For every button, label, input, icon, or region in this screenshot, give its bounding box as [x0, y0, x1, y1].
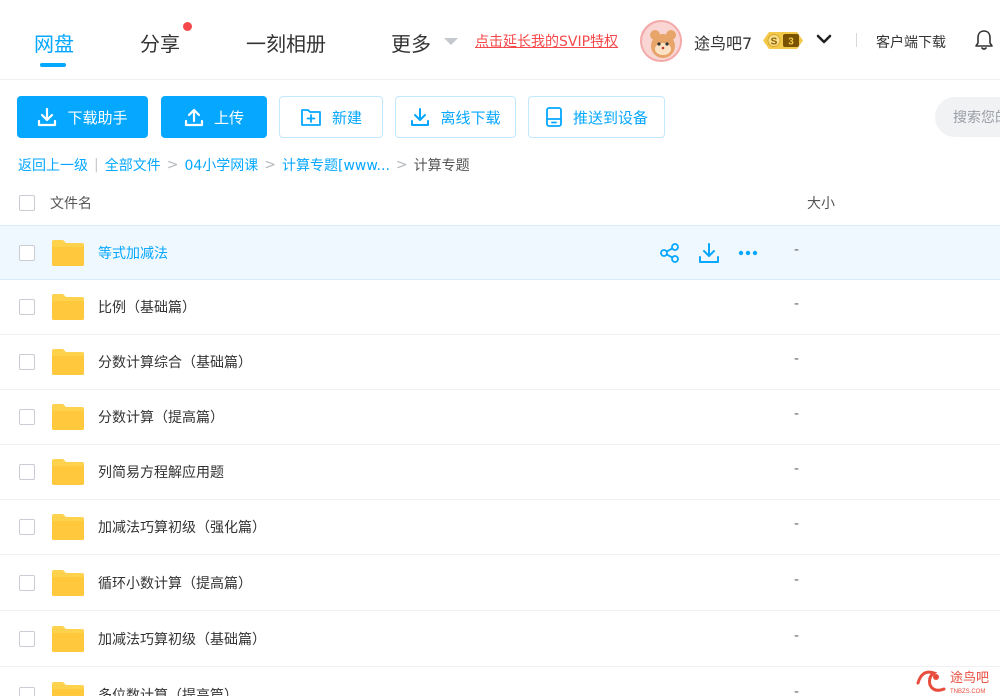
device-icon — [546, 107, 562, 127]
file-size: - — [794, 684, 800, 696]
watermark-logo: 途鸟吧 TNBZS.COM — [916, 670, 989, 695]
column-size[interactable]: 大小 — [807, 193, 835, 213]
table-row[interactable]: 加减法巧算初级（强化篇） - — [0, 500, 1000, 555]
folder-icon — [52, 514, 84, 540]
row-checkbox[interactable] — [19, 631, 35, 647]
push-to-device-button[interactable]: 推送到设备 — [528, 96, 665, 138]
file-name[interactable]: 多位数计算（提高篇） — [98, 685, 238, 696]
svg-text:TNBZS.COM: TNBZS.COM — [950, 689, 985, 695]
download-icon[interactable] — [698, 242, 720, 264]
table-row[interactable]: 比例（基础篇） - — [0, 280, 1000, 335]
more-icon[interactable] — [737, 242, 759, 264]
divider — [856, 33, 857, 47]
offline-download-label: 离线下载 — [440, 108, 501, 127]
file-name[interactable]: 比例（基础篇） — [98, 297, 196, 317]
row-checkbox[interactable] — [19, 354, 35, 370]
file-size: - — [794, 296, 800, 312]
row-checkbox[interactable] — [19, 575, 35, 591]
file-name[interactable]: 加减法巧算初级（强化篇） — [98, 517, 266, 537]
upload-button[interactable]: 上传 — [161, 96, 267, 138]
file-size: - — [794, 406, 800, 422]
breadcrumb-divider: | — [94, 157, 99, 173]
row-checkbox[interactable] — [19, 299, 35, 315]
download-icon — [38, 107, 57, 127]
avatar[interactable] — [640, 20, 682, 62]
upload-label: 上传 — [213, 108, 244, 127]
top-navigation: 网盘 分享 一刻相册 更多 点击延长我的SVIP特权 途鸟吧7 S 3 客户端下… — [0, 0, 1000, 80]
vip-level-badge: S 3 — [763, 32, 803, 49]
row-checkbox[interactable] — [19, 464, 35, 480]
breadcrumb-current: 计算专题 — [413, 158, 470, 174]
folder-icon — [52, 294, 84, 320]
new-folder-button[interactable]: 新建 — [279, 96, 383, 138]
breadcrumb-separator: > — [166, 157, 179, 173]
search-placeholder: 搜索您的 — [953, 110, 1000, 126]
active-tab-indicator — [40, 63, 66, 67]
tab-more[interactable]: 更多 — [391, 28, 431, 57]
breadcrumb-separator: > — [264, 157, 277, 173]
new-folder-icon — [301, 109, 321, 126]
folder-icon — [52, 404, 84, 430]
tab-album[interactable]: 一刻相册 — [246, 28, 326, 57]
file-name[interactable]: 分数计算综合（基础篇） — [98, 352, 252, 372]
svip-renew-link[interactable]: 点击延长我的SVIP特权 — [475, 31, 618, 51]
table-row[interactable]: 列简易方程解应用题 - — [0, 445, 1000, 500]
file-name[interactable]: 加减法巧算初级（基础篇） — [98, 629, 266, 649]
breadcrumb-back[interactable]: 返回上一级 — [18, 155, 88, 175]
folder-icon — [52, 626, 84, 652]
username[interactable]: 途鸟吧7 — [694, 30, 752, 54]
tab-share[interactable]: 分享 — [140, 28, 180, 57]
client-download-link[interactable]: 客户端下载 — [876, 32, 946, 52]
bell-icon[interactable] — [974, 29, 994, 51]
push-to-device-label: 推送到设备 — [572, 108, 648, 127]
file-name[interactable]: 列简易方程解应用题 — [98, 462, 224, 482]
svg-text:S: S — [771, 37, 778, 48]
upload-icon — [184, 108, 204, 127]
folder-icon — [52, 459, 84, 485]
file-size: - — [794, 628, 800, 644]
file-size: - — [794, 516, 800, 532]
breadcrumb-calc-topic-parent[interactable]: 计算专题[www... — [282, 155, 390, 175]
svg-text:3: 3 — [788, 37, 794, 48]
table-row[interactable]: 多位数计算（提高篇） - — [0, 668, 1000, 696]
file-size: - — [794, 242, 800, 258]
row-checkbox[interactable] — [19, 687, 35, 696]
file-size: - — [794, 572, 800, 588]
folder-icon — [52, 240, 84, 266]
table-header: 文件名 大小 — [0, 185, 1000, 225]
folder-icon — [52, 570, 84, 596]
notification-dot — [183, 22, 192, 31]
row-checkbox[interactable] — [19, 245, 35, 261]
table-row[interactable]: 循环小数计算（提高篇） - — [0, 556, 1000, 611]
file-size: - — [794, 351, 800, 367]
file-name[interactable]: 等式加减法 — [98, 243, 168, 263]
offline-download-button[interactable]: 离线下载 — [395, 96, 516, 138]
column-filename[interactable]: 文件名 — [50, 193, 92, 213]
breadcrumb: 返回上一级 | 全部文件 > 04小学网课 > 计算专题[www... > 计算… — [18, 155, 470, 175]
offline-download-icon — [411, 108, 430, 126]
new-label: 新建 — [331, 108, 362, 127]
table-row[interactable]: 加减法巧算初级（基础篇） - — [0, 612, 1000, 667]
caret-down-icon[interactable] — [444, 38, 458, 45]
download-helper-button[interactable]: 下载助手 — [17, 96, 148, 138]
chevron-down-icon[interactable] — [816, 32, 832, 46]
table-row[interactable]: 分数计算（提高篇） - — [0, 390, 1000, 445]
folder-icon — [52, 349, 84, 375]
file-name[interactable]: 分数计算（提高篇） — [98, 407, 224, 427]
share-icon[interactable] — [659, 242, 681, 264]
table-row[interactable]: 分数计算综合（基础篇） - — [0, 335, 1000, 390]
breadcrumb-primary-course[interactable]: 04小学网课 — [184, 155, 258, 175]
folder-icon — [52, 682, 84, 696]
download-helper-label: 下载助手 — [67, 108, 128, 127]
tab-netdisk[interactable]: 网盘 — [34, 28, 74, 57]
row-checkbox[interactable] — [19, 519, 35, 535]
file-size: - — [794, 461, 800, 477]
select-all-checkbox[interactable] — [19, 195, 35, 211]
breadcrumb-separator: > — [395, 157, 408, 173]
row-checkbox[interactable] — [19, 409, 35, 425]
breadcrumb-all-files[interactable]: 全部文件 — [105, 155, 161, 175]
svg-text:途鸟吧: 途鸟吧 — [950, 670, 989, 686]
table-row[interactable]: 等式加减法 - — [0, 225, 1000, 280]
file-name[interactable]: 循环小数计算（提高篇） — [98, 573, 252, 593]
